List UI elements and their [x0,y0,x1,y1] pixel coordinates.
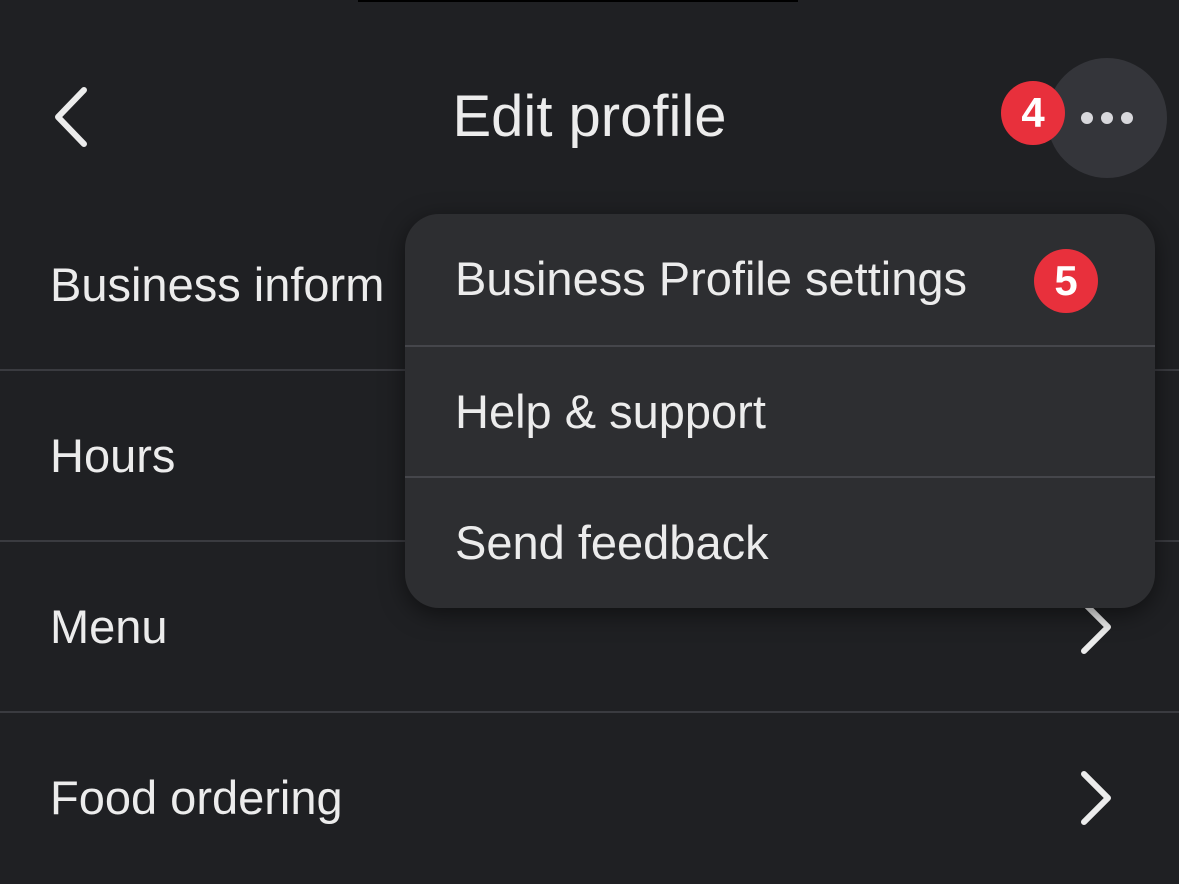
top-app-bar: Edit profile 4 [0,0,1179,200]
list-item-label: Business inform [50,258,385,311]
menu-item-label: Help & support [455,385,766,438]
overflow-menu: Business Profile settings 5 Help & suppo… [405,214,1155,608]
menu-item-business-profile-settings[interactable]: Business Profile settings 5 [405,214,1155,345]
list-item-label: Menu [50,600,168,653]
list-item-label: Hours [50,429,176,482]
menu-item-help-support[interactable]: Help & support [405,345,1155,476]
step-badge: 5 [1034,249,1098,313]
more-options-button[interactable] [1047,58,1167,178]
list-item-label: Food ordering [50,771,343,824]
menu-item-label: Send feedback [455,516,769,569]
step-badge: 4 [1001,81,1065,145]
more-horizontal-icon [1081,112,1133,124]
chevron-right-icon [1081,771,1111,825]
menu-item-send-feedback[interactable]: Send feedback [405,476,1155,607]
list-item-food-ordering[interactable]: Food ordering [0,713,1179,884]
menu-item-label: Business Profile settings [455,252,968,305]
edit-profile-screen: Edit profile 4 Business inform Hours Men… [0,0,1179,884]
